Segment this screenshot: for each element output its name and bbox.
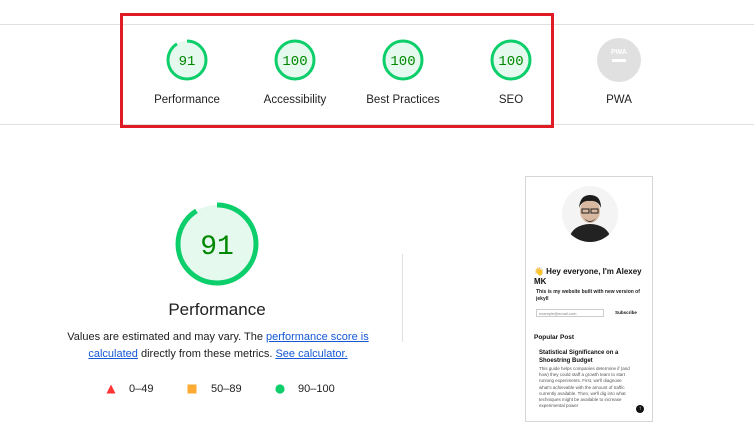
legend-pass-label: 90–100: [298, 383, 335, 395]
legend-average: 50–89: [187, 383, 242, 395]
pwa-badge-text: PWA: [611, 49, 627, 56]
desc-text-1: Values are estimated and may vary. The: [67, 331, 266, 343]
post-excerpt: This guide helps companies determine if …: [539, 366, 630, 409]
performance-description: Values are estimated and may vary. The p…: [50, 329, 386, 363]
email-field: example@email.com: [536, 309, 604, 317]
post-title: Statistical Significance on a Shoestring…: [539, 350, 619, 364]
see-calculator-link[interactable]: See calculator.: [275, 348, 347, 360]
vertical-divider: [402, 254, 403, 342]
performance-score-large: 91: [200, 232, 234, 263]
legend-pass: 90–100: [275, 383, 335, 395]
triangle-icon: [106, 384, 116, 394]
page-screenshot: 👋 Hey everyone, I'm Alexey MK This is my…: [525, 176, 653, 422]
site-subtitle: This is my website built with new versio…: [536, 289, 640, 302]
popular-post-heading: Popular Post: [534, 334, 575, 341]
site-greeting: 👋 Hey everyone, I'm Alexey MK: [534, 267, 642, 286]
performance-gauge-large: 91: [174, 201, 260, 287]
gauge-label-pwa: PWA: [606, 94, 632, 106]
square-icon: [187, 384, 197, 394]
legend-average-label: 50–89: [211, 383, 242, 395]
legend-fail: 0–49: [106, 383, 153, 395]
arrow-up-icon: ↑: [636, 405, 644, 413]
legend-fail-label: 0–49: [129, 383, 154, 395]
subscribe-button: Subscribe: [615, 310, 637, 315]
highlight-box: [120, 13, 554, 128]
desc-text-2: directly from these metrics.: [137, 348, 276, 360]
circle-icon: [275, 384, 285, 394]
performance-title: Performance: [168, 300, 266, 319]
avatar: [562, 186, 618, 242]
gauge-pwa[interactable]: PWA: [597, 38, 641, 82]
